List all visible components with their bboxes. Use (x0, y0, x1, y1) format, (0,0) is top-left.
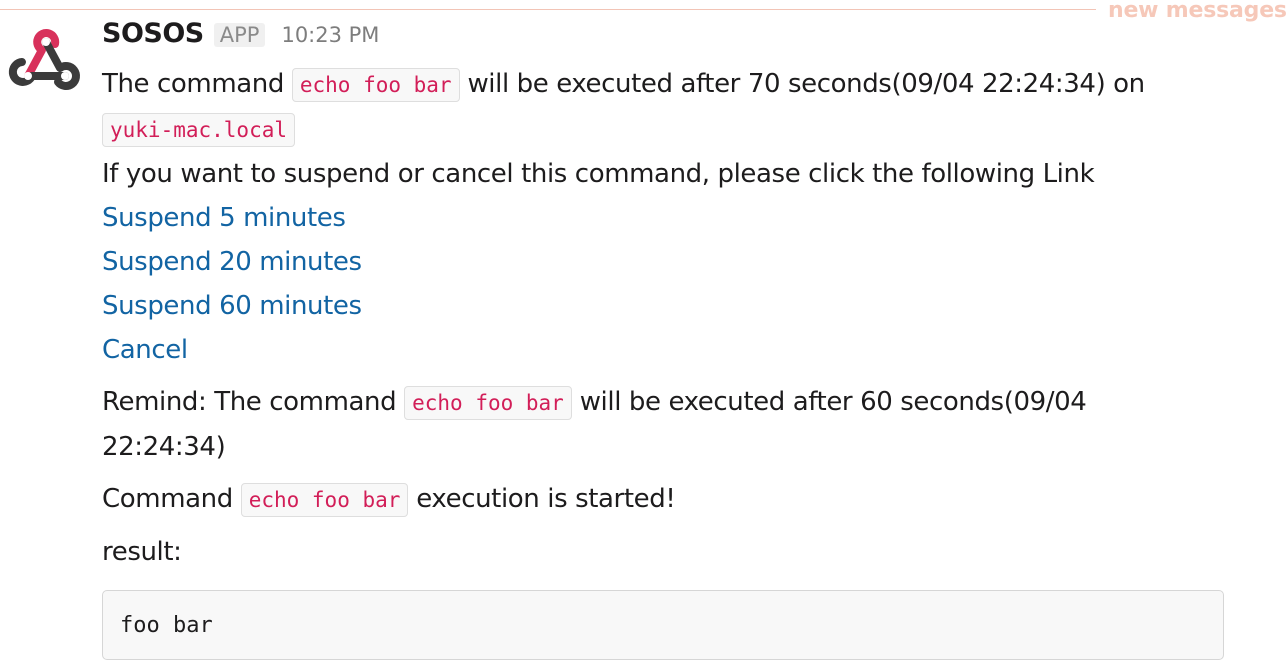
app-badge: APP (213, 23, 266, 47)
remind-line: Remind: The command echo foo bar will be… (102, 380, 1226, 425)
suspend-60-minutes-link[interactable]: Suspend 60 minutes (102, 291, 362, 321)
remind-prefix: Remind: The command (102, 387, 405, 417)
suspend-5-minutes-link[interactable]: Suspend 5 minutes (102, 203, 346, 233)
host-line: yuki-mac.local (102, 107, 1226, 152)
sender-name[interactable]: SOSOS (102, 18, 204, 49)
result-label: result: (102, 537, 182, 567)
result-output: foo bar (120, 612, 213, 638)
host-code: yuki-mac.local (102, 113, 296, 147)
started-prefix: Command (102, 484, 241, 514)
message-header: SOSOS APP 10:23 PM (102, 18, 1226, 62)
message-timestamp[interactable]: 10:23 PM (281, 23, 379, 47)
scheduled-prefix: The command (102, 69, 292, 99)
cancel-link[interactable]: Cancel (102, 335, 188, 365)
remind-suffix: will be executed after 60 seconds(09/04 (571, 387, 1087, 417)
remind-line-continued: 22:24:34) (102, 432, 226, 462)
suspend-20-minutes-link[interactable]: Suspend 20 minutes (102, 247, 362, 277)
suspend-links: Suspend 5 minutes (102, 196, 1226, 240)
started-command-code: echo foo bar (240, 483, 409, 517)
webhook-icon-svg (8, 29, 80, 90)
started-line: Command echo foo bar execution is starte… (102, 477, 1226, 522)
scheduled-command-line: The command echo foo bar will be execute… (102, 62, 1226, 107)
command-code: echo foo bar (291, 68, 460, 102)
started-suffix: execution is started! (408, 484, 676, 514)
remind-command-code: echo foo bar (404, 386, 572, 420)
scheduled-suffix: will be executed after 70 seconds(09/04 … (459, 69, 1145, 99)
webhook-icon[interactable] (8, 22, 84, 94)
message-content: SOSOS APP 10:23 PM The command echo foo … (102, 18, 1226, 660)
result-code-block: foo bar (102, 590, 1224, 660)
divider-line (0, 9, 1096, 10)
instruction-text: If you want to suspend or cancel this co… (102, 159, 1095, 189)
